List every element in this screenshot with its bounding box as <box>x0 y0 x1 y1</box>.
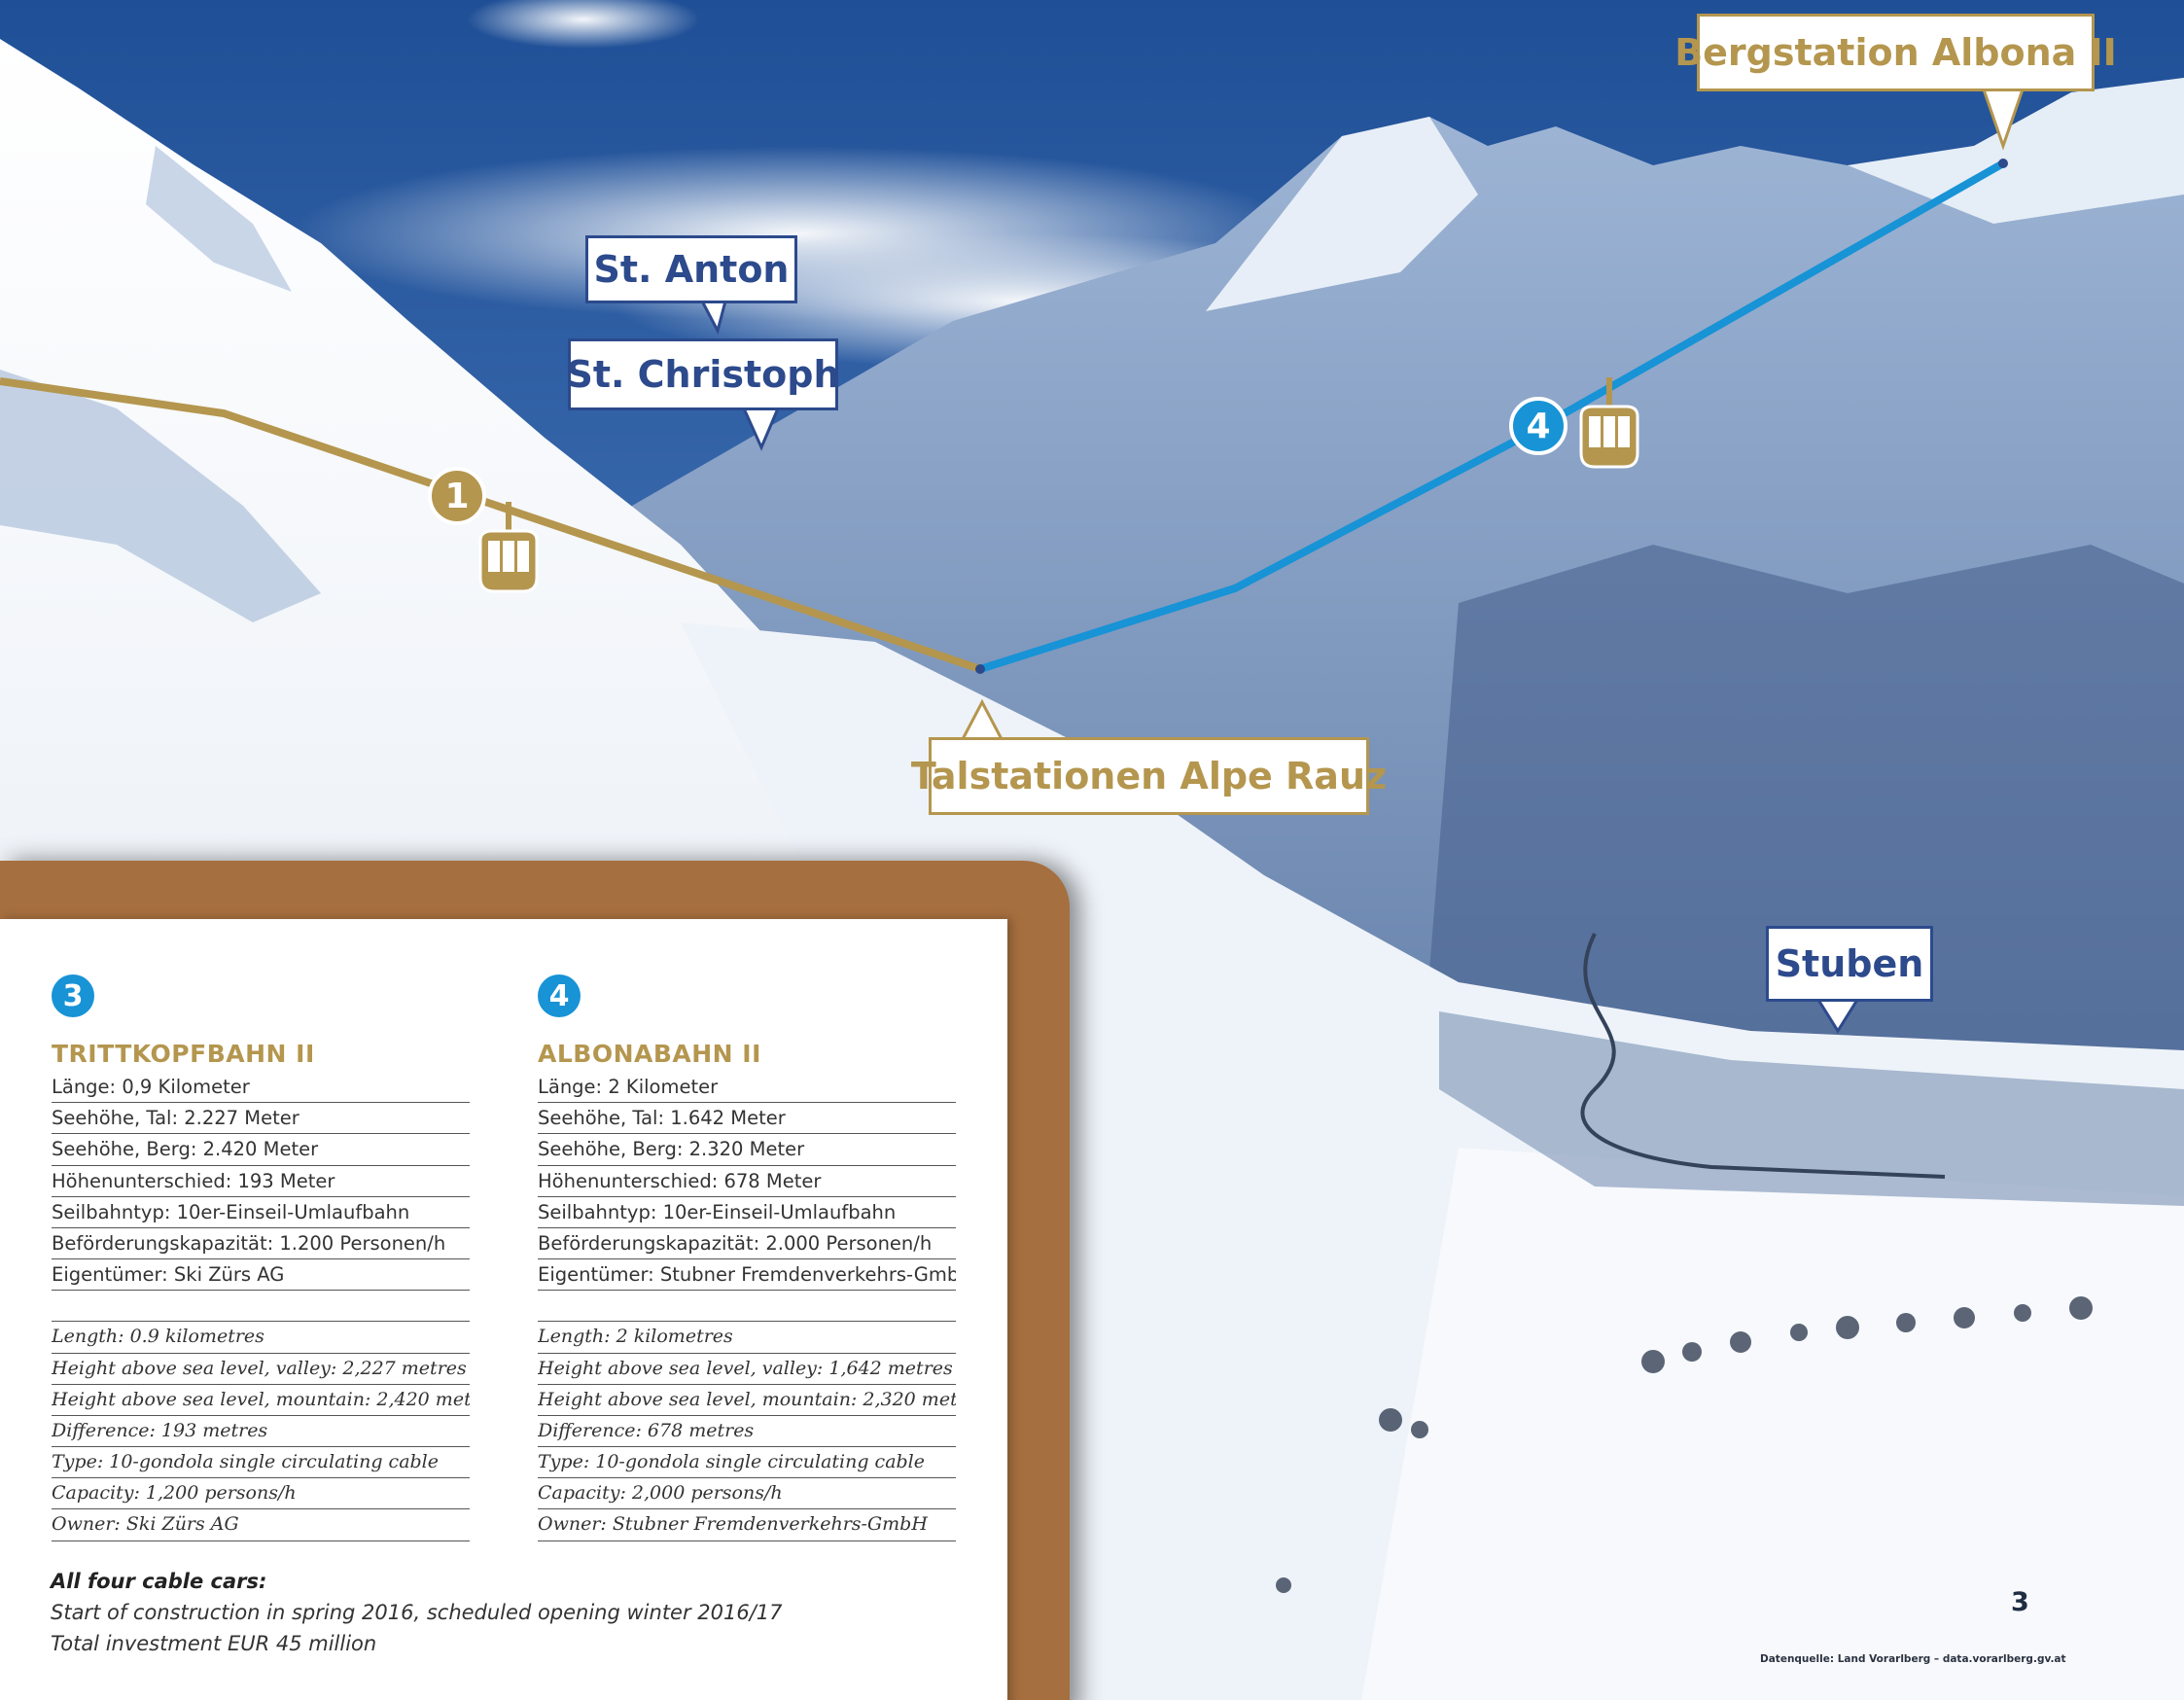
spec-row-de: Länge: 2 Kilometer <box>538 1072 956 1104</box>
spec-row-en: Type: 10-gondola single circulating cabl… <box>52 1447 470 1479</box>
summary-line: Total investment EUR 45 million <box>51 1632 377 1655</box>
spec-row-de: Seilbahntyp: 10er-Einseil-Umlaufbahn <box>538 1197 956 1228</box>
lift3-badge: 3 <box>52 974 94 1017</box>
summary-line: Start of construction in spring 2016, sc… <box>51 1601 783 1624</box>
spec-row-en: Owner: Ski Zürs AG <box>52 1509 470 1541</box>
spec-row-en: Difference: 193 metres <box>52 1416 470 1448</box>
spec-row-en: Height above sea level, valley: 1,642 me… <box>538 1354 956 1385</box>
label-st-anton-text: St. Anton <box>593 248 790 291</box>
label-st-anton: St. Anton <box>585 235 797 303</box>
lift1-number-marker: 1 <box>428 467 486 525</box>
spec-row-de: Seehöhe, Tal: 2.227 Meter <box>52 1103 470 1135</box>
label-stuben-text: Stuben <box>1775 942 1924 985</box>
label-bergstation-text: Bergstation Albona II <box>1674 31 2117 74</box>
spec-list-de: Länge: 2 Kilometer Seehöhe, Tal: 1.642 M… <box>538 1072 956 1541</box>
label-st-christoph: St. Christoph <box>566 338 840 410</box>
spec-row-en: Height above sea level, mountain: 2,420 … <box>52 1385 470 1416</box>
spec-row-en: Capacity: 1,200 persons/h <box>52 1478 470 1510</box>
lift3-badge-number: 3 <box>62 978 84 1013</box>
lift-title: ALBONABAHN II <box>538 1040 761 1068</box>
spec-divider <box>538 1291 956 1323</box>
spec-row-de: Beförderungskapazität: 2.000 Personen/h <box>538 1228 956 1260</box>
spec-row-en: Type: 10-gondola single circulating cabl… <box>538 1447 956 1479</box>
spec-row-en: Length: 2 kilometres <box>538 1322 956 1354</box>
lift-title: TRITTKOPFBAHN II <box>52 1040 315 1068</box>
spec-row-en: Capacity: 2,000 persons/h <box>538 1478 956 1510</box>
spec-row-en: Difference: 678 metres <box>538 1416 956 1448</box>
spec-row-de: Eigentümer: Stubner Fremdenverkehrs-GmbH <box>538 1259 956 1292</box>
summary-title: All four cable cars: <box>51 1570 267 1593</box>
lift-column-trittkopfbahn: 3 TRITTKOPFBAHN II Länge: 0,9 Kilometer … <box>52 974 470 1541</box>
lift4-badge: 4 <box>538 974 581 1017</box>
label-stuben: Stuben <box>1766 926 1933 1002</box>
lift1-number-text: 1 <box>444 476 470 516</box>
label-talstationen-text: Talstationen Alpe Rauz <box>910 755 1388 797</box>
data-source-credit: Datenquelle: Land Vorarlberg – data.vora… <box>1760 1653 2066 1665</box>
lift4-number-marker: 4 <box>1509 397 1568 455</box>
spec-row-de: Seehöhe, Berg: 2.420 Meter <box>52 1134 470 1166</box>
spec-row-de: Eigentümer: Ski Zürs AG <box>52 1259 470 1292</box>
spec-row-de: Seilbahntyp: 10er-Einseil-Umlaufbahn <box>52 1197 470 1228</box>
spec-row-de: Höhenunterschied: 678 Meter <box>538 1166 956 1197</box>
lift-column-albonabahn: 4 ALBONABAHN II Länge: 2 Kilometer Seehö… <box>538 974 956 1541</box>
spec-row-en: Height above sea level, valley: 2,227 me… <box>52 1354 470 1385</box>
lift4-number-text: 4 <box>1526 406 1551 446</box>
spec-divider <box>52 1291 470 1323</box>
spec-row-de: Seehöhe, Berg: 2.320 Meter <box>538 1134 956 1166</box>
summary-block: All four cable cars: Start of constructi… <box>51 1570 926 1659</box>
page-number: 3 <box>2011 1587 2029 1617</box>
spec-row-de: Seehöhe, Tal: 1.642 Meter <box>538 1103 956 1135</box>
spec-row-de: Länge: 0,9 Kilometer <box>52 1072 470 1104</box>
label-bergstation: Bergstation Albona II <box>1674 14 2117 91</box>
spec-row-en: Owner: Stubner Fremdenverkehrs-GmbH <box>538 1509 956 1541</box>
spec-row-de: Höhenunterschied: 193 Meter <box>52 1166 470 1197</box>
lift4-badge-number: 4 <box>548 978 570 1013</box>
label-talstationen: Talstationen Alpe Rauz <box>911 737 1387 815</box>
spec-row-de: Beförderungskapazität: 1.200 Personen/h <box>52 1228 470 1260</box>
spec-row-en: Length: 0.9 kilometres <box>52 1322 470 1354</box>
label-st-christoph-text: St. Christoph <box>566 353 840 396</box>
spec-row-en: Height above sea level, mountain: 2,320 … <box>538 1385 956 1416</box>
spec-list-de: Länge: 0,9 Kilometer Seehöhe, Tal: 2.227… <box>52 1072 470 1541</box>
